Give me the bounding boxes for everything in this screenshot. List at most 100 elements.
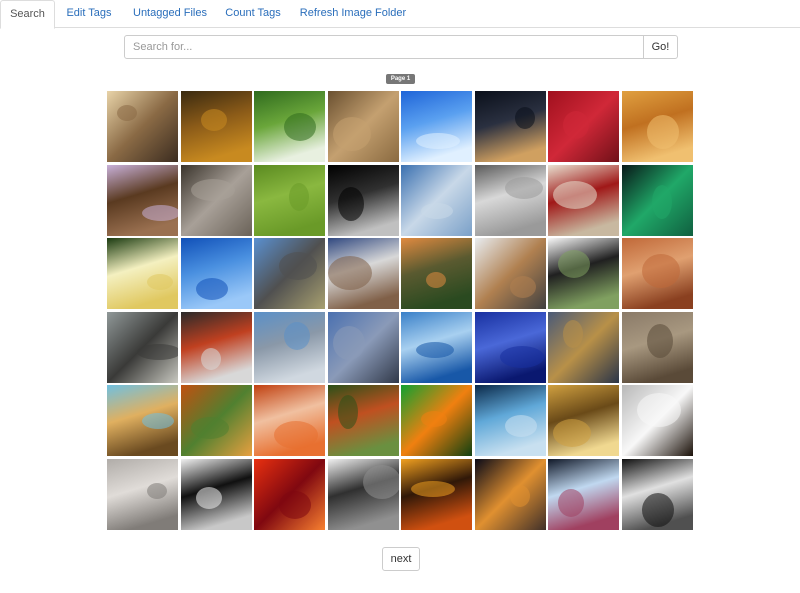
typewriter-image <box>181 312 252 383</box>
refinery-night-thumbnail[interactable] <box>475 459 546 530</box>
space-needle-thumbnail[interactable] <box>328 312 399 383</box>
red-door-thumbnail[interactable] <box>548 165 619 236</box>
skyline-night-thumbnail[interactable] <box>548 459 619 530</box>
radio-telescope-thumbnail[interactable] <box>328 238 399 309</box>
hills-sunset-image <box>401 238 472 309</box>
old-keys-image <box>548 312 619 383</box>
page-badge: Page 1 <box>386 74 415 84</box>
mosaic-tiles-image <box>401 312 472 383</box>
dandelion-image <box>254 91 325 162</box>
aurora-image <box>622 165 693 236</box>
wheat-field-image <box>622 91 693 162</box>
city-night-thumbnail[interactable] <box>475 91 546 162</box>
pier-thumbnail[interactable] <box>107 312 178 383</box>
gold-coin-image <box>328 91 399 162</box>
clouds-image <box>401 165 472 236</box>
clouds-thumbnail[interactable] <box>401 165 472 236</box>
tab-refresh-image-folder[interactable]: Refresh Image Folder <box>292 0 414 28</box>
skyscrapers-image <box>254 312 325 383</box>
tab-count-tags[interactable]: Count Tags <box>218 0 288 28</box>
road-thumbnail[interactable] <box>254 238 325 309</box>
blue-sky-thumbnail[interactable] <box>401 91 472 162</box>
old-man-thumbnail[interactable] <box>181 165 252 236</box>
desert-image <box>622 238 693 309</box>
broken-glass-image <box>475 385 546 456</box>
grass-texture-thumbnail[interactable] <box>254 165 325 236</box>
typewriter-thumbnail[interactable] <box>181 312 252 383</box>
chess-pieces-thumbnail[interactable] <box>181 459 252 530</box>
search-input[interactable] <box>124 35 644 59</box>
sand-hearts-thumbnail[interactable] <box>107 459 178 530</box>
forest-night-thumbnail[interactable] <box>181 91 252 162</box>
wedding-thumbnail[interactable] <box>548 238 619 309</box>
broken-glass-thumbnail[interactable] <box>475 385 546 456</box>
raspberries-image <box>548 91 619 162</box>
skyscrapers-thumbnail[interactable] <box>254 312 325 383</box>
old-keys-thumbnail[interactable] <box>548 312 619 383</box>
blue-sky-image <box>401 91 472 162</box>
park-path-thumbnail[interactable] <box>328 385 399 456</box>
dark-corridor-image <box>328 165 399 236</box>
next-page-button[interactable]: next <box>382 547 420 571</box>
angel-statue-thumbnail[interactable] <box>475 165 546 236</box>
red-sky-image <box>254 459 325 530</box>
skyline-night-image <box>548 459 619 530</box>
sand-hearts-image <box>107 459 178 530</box>
tab-search[interactable]: Search <box>0 0 55 29</box>
raspberries-thumbnail[interactable] <box>548 91 619 162</box>
red-door-image <box>548 165 619 236</box>
pier-image <box>107 312 178 383</box>
water-drops-thumbnail[interactable] <box>181 238 252 309</box>
bird-of-paradise-image <box>401 385 472 456</box>
image-grid <box>107 91 697 533</box>
pocket-watch-image <box>475 238 546 309</box>
bird-of-paradise-thumbnail[interactable] <box>401 385 472 456</box>
hills-sunset-thumbnail[interactable] <box>401 238 472 309</box>
dandelion-thumbnail[interactable] <box>254 91 325 162</box>
angel-statue-image <box>475 165 546 236</box>
water-lily-image <box>107 238 178 309</box>
refinery-night-image <box>475 459 546 530</box>
pocket-watch-thumbnail[interactable] <box>475 238 546 309</box>
pearls-woman-image <box>622 459 693 530</box>
forest-night-image <box>181 91 252 162</box>
mosaic-tiles-thumbnail[interactable] <box>401 312 472 383</box>
park-path-image <box>328 385 399 456</box>
orange-sunset-thumbnail[interactable] <box>401 459 472 530</box>
beach-sunset-thumbnail[interactable] <box>107 91 178 162</box>
autumn-trees-thumbnail[interactable] <box>181 385 252 456</box>
water-lily-thumbnail[interactable] <box>107 238 178 309</box>
yorkshire-dog-image <box>107 165 178 236</box>
wood-planks-thumbnail[interactable] <box>622 312 693 383</box>
curved-steps-thumbnail[interactable] <box>328 459 399 530</box>
orange-sunset-image <box>401 459 472 530</box>
chess-pieces-image <box>181 459 252 530</box>
space-needle-image <box>328 312 399 383</box>
horse-thumbnail[interactable] <box>107 385 178 456</box>
red-hair-woman-image <box>254 385 325 456</box>
red-sky-thumbnail[interactable] <box>254 459 325 530</box>
old-man-image <box>181 165 252 236</box>
blue-stones-thumbnail[interactable] <box>475 312 546 383</box>
autumn-trees-image <box>181 385 252 456</box>
road-image <box>254 238 325 309</box>
tab-edit-tags[interactable]: Edit Tags <box>57 0 121 28</box>
yorkshire-dog-thumbnail[interactable] <box>107 165 178 236</box>
dark-corridor-thumbnail[interactable] <box>328 165 399 236</box>
red-hair-woman-thumbnail[interactable] <box>254 385 325 456</box>
blue-stones-image <box>475 312 546 383</box>
gold-coin-thumbnail[interactable] <box>328 91 399 162</box>
wedding-image <box>548 238 619 309</box>
pearls-woman-thumbnail[interactable] <box>622 459 693 530</box>
grass-texture-image <box>254 165 325 236</box>
misty-forest-thumbnail[interactable] <box>548 385 619 456</box>
curved-steps-image <box>328 459 399 530</box>
desert-thumbnail[interactable] <box>622 238 693 309</box>
coffee-cup-thumbnail[interactable] <box>622 385 693 456</box>
tab-untagged-files[interactable]: Untagged Files <box>124 0 216 28</box>
wheat-field-thumbnail[interactable] <box>622 91 693 162</box>
coffee-cup-image <box>622 385 693 456</box>
go-button[interactable]: Go! <box>643 35 678 59</box>
radio-telescope-image <box>328 238 399 309</box>
aurora-thumbnail[interactable] <box>622 165 693 236</box>
